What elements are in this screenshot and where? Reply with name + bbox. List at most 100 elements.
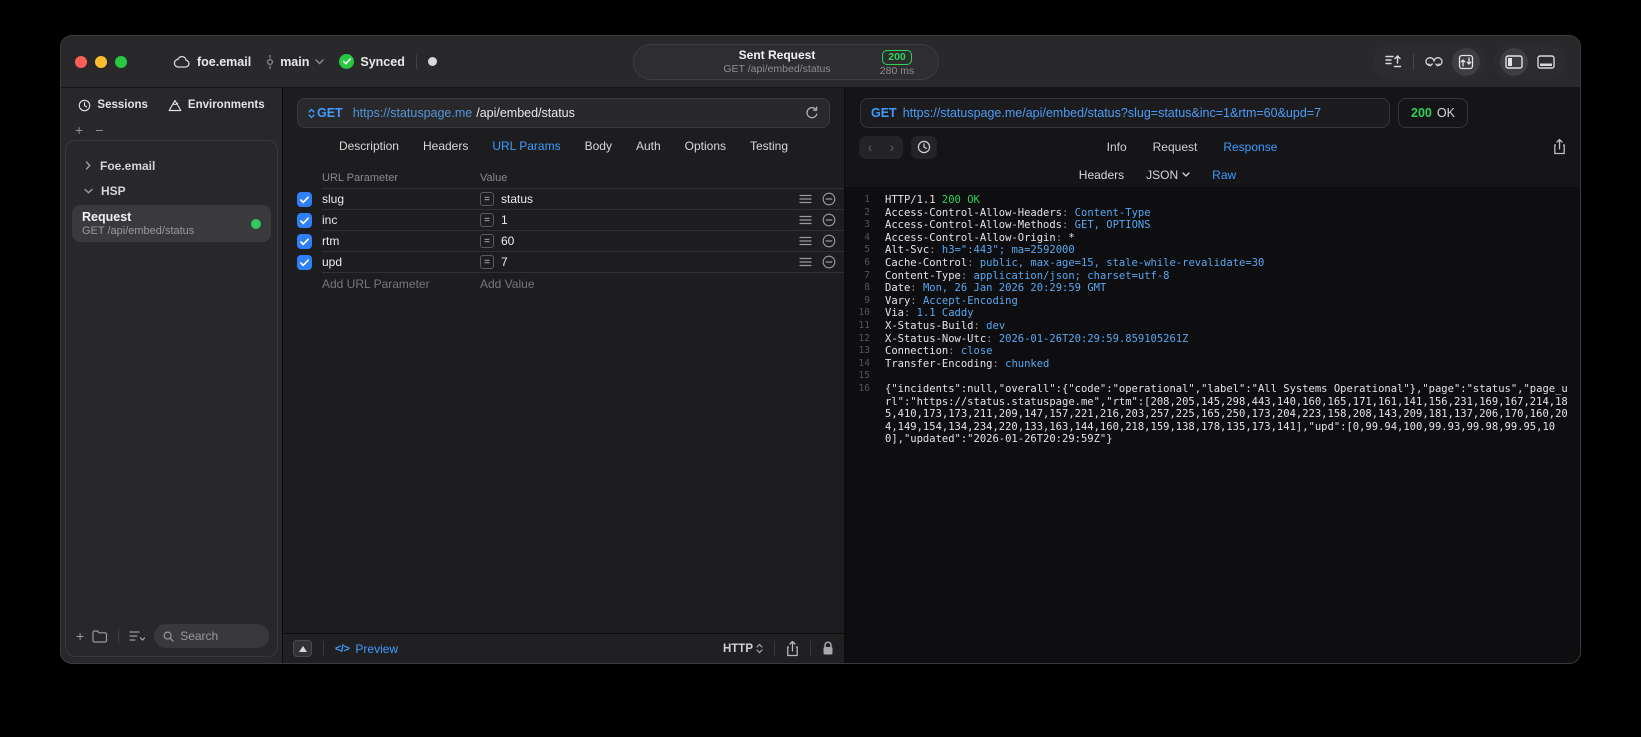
add-param-placeholder[interactable]: Add URL Parameter	[322, 277, 480, 291]
tab-sessions-label: Sessions	[97, 99, 148, 111]
param-value[interactable]: status	[501, 192, 799, 206]
response-line: 15	[845, 370, 1580, 383]
new-request-button[interactable]	[76, 631, 84, 641]
remove-row-icon[interactable]	[822, 192, 836, 206]
share-icon[interactable]	[786, 640, 799, 657]
param-row-upd: upd 7	[283, 252, 844, 273]
editor-tab-headers[interactable]: Headers	[423, 139, 468, 153]
remove-row-icon[interactable]	[822, 255, 836, 269]
line-text: Access-Control-Allow-Origin: *	[875, 232, 1580, 245]
request-url-bar[interactable]: GET https://statuspage.me/api/embed/stat…	[297, 98, 830, 128]
param-value[interactable]: 1	[501, 213, 799, 227]
param-name[interactable]: rtm	[322, 234, 480, 248]
drag-handle-icon[interactable]	[799, 257, 812, 267]
editor-tab-options[interactable]: Options	[685, 139, 726, 153]
sidebar-search[interactable]	[154, 624, 269, 648]
new-folder-icon[interactable]	[92, 629, 108, 643]
sort-export-button[interactable]	[1379, 48, 1407, 76]
chevron-down-icon	[1182, 172, 1190, 177]
line-segment: Date	[885, 282, 911, 295]
line-number: 5	[864, 244, 870, 256]
add-param-row[interactable]: Add URL Parameter Add Value	[283, 273, 844, 294]
protocol-selector[interactable]: HTTP	[723, 643, 763, 655]
close-window-button[interactable]	[75, 55, 87, 68]
param-name[interactable]: upd	[322, 255, 480, 269]
history-button[interactable]	[911, 135, 937, 159]
line-segment: :	[1062, 206, 1075, 219]
request-list-item-selected[interactable]: Request GET /api/embed/status	[72, 205, 271, 242]
line-segment: :	[986, 332, 999, 345]
toggle-sidebar-button[interactable]	[1500, 47, 1528, 76]
line-text: Connection: close	[875, 345, 1580, 358]
response-subtab-raw[interactable]: Raw	[1212, 168, 1236, 182]
response-subtab-headers[interactable]: Headers	[1079, 168, 1124, 182]
add-item-button[interactable]	[75, 125, 83, 135]
refresh-icon[interactable]	[805, 106, 819, 120]
param-checkbox-rtm[interactable]	[297, 234, 312, 249]
zoom-window-button[interactable]	[115, 55, 127, 68]
tab-environments[interactable]: Environments	[168, 99, 265, 112]
editor-tab-url-params[interactable]: URL Params	[492, 139, 560, 153]
tree-group-foe-email[interactable]: Foe.email	[66, 153, 277, 178]
sync-status[interactable]: Synced	[339, 54, 405, 69]
sort-list-icon[interactable]	[129, 630, 146, 642]
remove-row-icon[interactable]	[822, 213, 836, 227]
param-name[interactable]: slug	[322, 192, 480, 206]
minimize-window-button[interactable]	[95, 55, 107, 68]
param-name[interactable]: inc	[322, 213, 480, 227]
sent-request-pill[interactable]: Sent Request GET /api/embed/status 200 2…	[633, 44, 939, 80]
preview-button[interactable]: Preview	[335, 642, 398, 656]
project-name[interactable]: foe.email	[197, 55, 251, 69]
response-subtab-label: Raw	[1212, 167, 1237, 182]
method-selector[interactable]: GET	[308, 106, 343, 120]
equals-icon	[480, 255, 494, 269]
line-segment: HTTP/1.1	[885, 194, 942, 206]
toggle-bottom-panel-button[interactable]	[1532, 48, 1560, 76]
sent-request-title: Sent Request	[738, 48, 816, 63]
link-loop-button[interactable]	[1420, 48, 1448, 76]
method-label: GET	[317, 106, 343, 120]
editor-tab-description[interactable]: Description	[339, 139, 399, 153]
line-segment: h3=":443"; ma=2592000	[941, 244, 1075, 257]
response-url-box[interactable]: GET https://statuspage.me/api/embed/stat…	[860, 98, 1390, 128]
swap-panels-button[interactable]	[1452, 47, 1480, 76]
editor-tab-body[interactable]: Body	[585, 139, 612, 153]
response-body[interactable]: 1 HTTP/1.1 200 OK 2 Access-Control-Allow-He…	[845, 187, 1580, 663]
param-checkbox-upd[interactable]	[297, 255, 312, 270]
add-value-placeholder[interactable]: Add Value	[480, 277, 844, 291]
remove-item-button[interactable]	[95, 125, 103, 135]
export-share-icon[interactable]	[1553, 139, 1566, 155]
url-host: https://statuspage.me	[352, 106, 473, 120]
param-value[interactable]: 7	[501, 255, 799, 269]
drag-handle-icon[interactable]	[799, 236, 812, 246]
line-segment: {"incidents":null,"overall":{"code":"ope…	[885, 382, 1568, 446]
back-button[interactable]	[859, 139, 881, 155]
param-row-actions	[799, 213, 844, 227]
code-icon	[335, 643, 349, 655]
line-segment: *	[1068, 231, 1075, 244]
response-tabs: Info Request Response	[1107, 140, 1278, 154]
param-checkbox-slug[interactable]	[297, 192, 312, 207]
param-checkbox-inc[interactable]	[297, 213, 312, 228]
editor-tab-testing[interactable]: Testing	[750, 139, 788, 153]
branch-selector[interactable]: main	[266, 54, 325, 69]
response-line: 9 Vary: Accept-Encoding	[845, 295, 1580, 308]
history-nav	[859, 135, 903, 159]
column-header-param: URL Parameter	[322, 172, 399, 184]
response-subtab-json[interactable]: JSON	[1146, 168, 1190, 182]
param-value[interactable]: 60	[501, 234, 799, 248]
remove-row-icon[interactable]	[822, 234, 836, 248]
collapse-panel-button[interactable]	[293, 640, 312, 657]
tree-group-hsp[interactable]: HSP	[66, 178, 277, 203]
tab-sessions[interactable]: Sessions	[78, 99, 148, 112]
drag-handle-icon[interactable]	[799, 215, 812, 225]
lock-icon[interactable]	[822, 641, 834, 656]
response-tab-request[interactable]: Request	[1153, 140, 1198, 154]
editor-tab-auth[interactable]: Auth	[636, 139, 661, 153]
search-input[interactable]	[180, 629, 260, 643]
response-tab-response[interactable]: Response	[1223, 140, 1277, 154]
forward-button[interactable]	[881, 139, 903, 155]
response-tab-info[interactable]: Info	[1107, 140, 1127, 154]
drag-handle-icon[interactable]	[799, 194, 812, 204]
equals-icon	[480, 234, 494, 248]
